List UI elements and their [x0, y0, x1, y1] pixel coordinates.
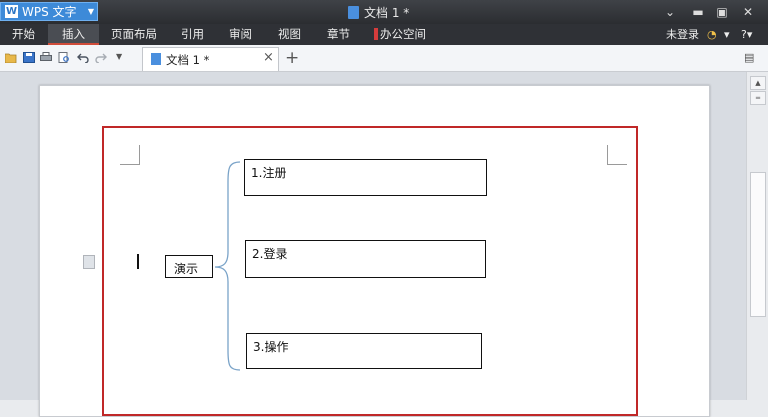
window-title: 文档 1 * [348, 4, 409, 21]
quick-access-toolbar: ▼ [0, 45, 768, 72]
diagram-node-1[interactable]: 1.注册 [244, 159, 487, 196]
print-icon[interactable] [40, 52, 52, 63]
document-tab-icon [151, 53, 161, 65]
diagram-node-3[interactable]: 3.操作 [246, 333, 482, 369]
split-view-button[interactable]: ═ [750, 91, 766, 105]
minimize-button[interactable]: ▬ [688, 3, 708, 21]
scroll-up-button[interactable]: ▲ [750, 76, 766, 90]
menu-references[interactable]: 引用 [181, 24, 204, 45]
scroll-thumb[interactable] [750, 172, 766, 317]
document-icon [348, 6, 359, 19]
login-status[interactable]: 未登录 [666, 24, 699, 45]
help-button[interactable]: ?▾ [741, 24, 752, 45]
office-space-icon [374, 28, 378, 40]
redo-icon[interactable] [95, 52, 107, 63]
menu-chapter[interactable]: 章节 [327, 24, 350, 45]
diagram-node-2[interactable]: 2.登录 [245, 240, 486, 278]
skin-icon[interactable]: ◔ [707, 24, 717, 45]
close-tab-icon[interactable]: × [263, 50, 274, 65]
tab-list-icon[interactable]: ▤ [744, 51, 754, 64]
menu-review[interactable]: 审阅 [229, 24, 252, 45]
window-title-text: 文档 1 * [364, 6, 410, 20]
open-folder-icon[interactable] [5, 52, 17, 63]
save-icon[interactable] [23, 52, 35, 63]
menu-office-space[interactable]: 办公空间 [374, 24, 426, 45]
vertical-scrollbar[interactable]: ▲ ═ [746, 72, 768, 400]
print-preview-icon[interactable] [58, 52, 70, 63]
maximize-button[interactable]: ▣ [712, 3, 732, 21]
menu-office-space-label: 办公空间 [380, 27, 426, 41]
close-window-button[interactable]: ✕ [738, 3, 758, 21]
margin-corner-top-right-icon [607, 145, 627, 165]
menu-bar: 开始 插入 页面布局 引用 审阅 视图 章节 办公空间 未登录 ◔ ▾ ?▾ [0, 24, 768, 45]
center-node[interactable]: 演示 [165, 255, 213, 278]
menu-page-layout[interactable]: 页面布局 [111, 24, 157, 45]
document-tab[interactable]: 文档 1 * × [142, 47, 279, 71]
dropdown-arrow-icon: ▼ [87, 7, 94, 16]
shirt-icon[interactable]: ▾ [724, 24, 730, 45]
new-tab-button[interactable]: + [285, 48, 299, 68]
title-bar: W WPS 文字 ▼ 文档 1 * ⌄ ▬ ▣ ✕ [0, 0, 768, 24]
paragraph-marker-icon [83, 255, 95, 269]
customize-toolbar-icon[interactable]: ▼ [116, 52, 122, 61]
document-tab-label: 文档 1 * [166, 53, 210, 67]
help-dropdown-icon: ▾ [746, 28, 753, 41]
collapse-ribbon-button[interactable]: ⌄ [660, 3, 680, 21]
wps-app-menu-button[interactable]: W WPS 文字 ▼ [0, 2, 98, 21]
app-name: WPS 文字 [22, 5, 77, 19]
text-cursor [137, 254, 139, 269]
menu-home[interactable]: 开始 [12, 24, 35, 45]
undo-icon[interactable] [77, 52, 89, 63]
margin-corner-top-left-icon [120, 145, 140, 165]
wps-logo-icon: W [5, 5, 18, 18]
menu-insert[interactable]: 插入 [48, 24, 99, 45]
menu-view[interactable]: 视图 [278, 24, 301, 45]
